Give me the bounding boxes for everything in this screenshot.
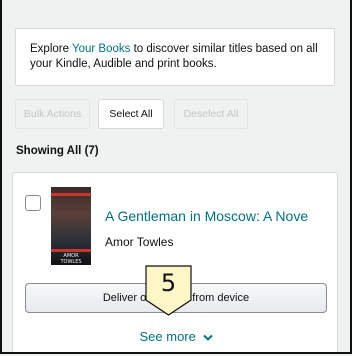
explore-info-box: Explore Your Books to discover similar t… <box>15 28 335 86</box>
action-label-left: Deliver o <box>102 292 147 304</box>
select-all-button[interactable]: Select All <box>98 99 164 129</box>
action-label-right: from device <box>192 292 250 304</box>
chevron-down-icon <box>202 334 213 341</box>
cover-band-top <box>51 193 91 196</box>
your-books-link[interactable]: Your Books <box>72 43 130 55</box>
deselect-all-button[interactable]: Deselect All <box>174 99 248 129</box>
see-more-link[interactable]: See more <box>13 329 339 344</box>
book-checkbox[interactable] <box>25 195 41 211</box>
step-number-badge: 5 <box>145 265 192 316</box>
book-author: Amor Towles <box>105 235 174 249</box>
cover-band-bottom <box>51 249 91 252</box>
showing-count: Showing All (7) <box>16 145 99 157</box>
page-frame: Explore Your Books to discover similar t… <box>0 0 352 354</box>
book-title-link[interactable]: A Gentleman in Moscow: A Nove <box>105 208 308 224</box>
info-prefix: Explore <box>30 43 72 55</box>
step-number: 5 <box>160 269 177 297</box>
book-cover-image[interactable]: AMOR TOWLES <box>51 187 91 265</box>
bulk-actions-button[interactable]: Bulk Actions <box>15 99 90 129</box>
cover-author-text: AMOR TOWLES <box>60 253 82 265</box>
see-more-label: See more <box>139 329 196 344</box>
book-card: AMOR TOWLES A Gentleman in Moscow: A Nov… <box>12 172 339 352</box>
